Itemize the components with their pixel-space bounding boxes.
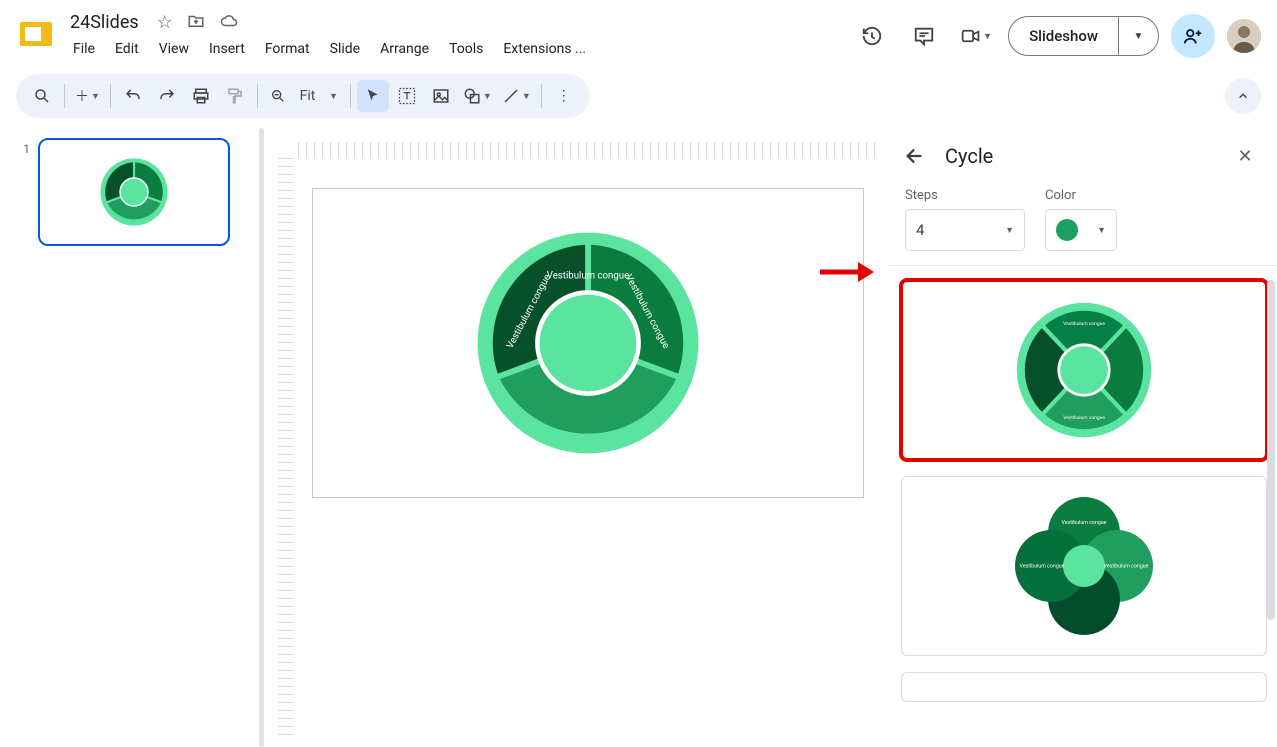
color-swatch [1056, 219, 1078, 241]
separator [257, 84, 258, 108]
menu-file[interactable]: File [64, 37, 104, 61]
app-logo[interactable] [16, 8, 56, 60]
cycle-diagram[interactable]: Vestibulum congue Vestibulum congue Vest… [473, 228, 703, 458]
svg-text:Vestibulum congue: Vestibulum congue [1062, 520, 1107, 526]
line-tool[interactable]: ▼ [498, 80, 535, 112]
steps-select[interactable]: 4 ▼ [905, 209, 1025, 251]
cycle-diagram-thumb [99, 157, 169, 227]
cycle-template-preview: Vestibulum congue Vestibulum congue [1014, 300, 1154, 440]
canvas-area[interactable]: Vestibulum congue Vestibulum congue Vest… [266, 128, 887, 747]
scrollbar[interactable] [1267, 280, 1275, 620]
close-button[interactable]: ✕ [1231, 142, 1259, 170]
side-panel-controls: Steps 4 ▼ Color ▼ [887, 188, 1277, 266]
toolbar: ＋▼ Fit ▼ ▼ ▼ ⋮ [16, 74, 590, 118]
slide-thumbnail-1[interactable] [38, 138, 230, 246]
history-icon[interactable] [852, 16, 892, 56]
collapse-toolbar-button[interactable] [1225, 78, 1261, 114]
new-slide-button[interactable]: ＋▼ [71, 80, 104, 112]
more-tools-button[interactable]: ⋮ [548, 80, 580, 112]
chevron-down-icon: ▼ [483, 91, 492, 102]
toolbar-row: ＋▼ Fit ▼ ▼ ▼ ⋮ [0, 68, 1277, 128]
textbox-tool[interactable] [391, 80, 423, 112]
svg-text:Vestibulum congue: Vestibulum congue [1020, 564, 1065, 570]
image-tool[interactable] [425, 80, 457, 112]
comments-icon[interactable] [904, 16, 944, 56]
menu-arrange[interactable]: Arrange [371, 37, 438, 61]
chevron-down-icon: ▼ [329, 91, 338, 102]
record-button[interactable]: ▼ [956, 16, 996, 56]
menu-insert[interactable]: Insert [200, 37, 254, 61]
document-title[interactable]: 24Slides [64, 10, 145, 35]
move-icon[interactable] [187, 12, 207, 33]
chevron-down-icon: ▼ [1005, 225, 1014, 236]
zoom-select[interactable]: Fit ▼ [264, 80, 344, 112]
separator [64, 84, 65, 108]
svg-text:Vestibulum congue: Vestibulum congue [1063, 321, 1105, 327]
ruler-horizontal [298, 142, 877, 158]
app-header: 24Slides ☆ File Edit View Insert Format … [0, 0, 1277, 68]
menubar: File Edit View Insert Format Slide Arran… [64, 37, 595, 61]
svg-text:Vestibulum congue: Vestibulum congue [547, 271, 629, 282]
flower-template-preview: Vestibulum congue Vestibulum congue Vest… [1009, 491, 1159, 641]
filmstrip[interactable]: 1 [0, 128, 256, 747]
paint-format-button[interactable] [219, 80, 251, 112]
steps-value: 4 [916, 221, 924, 239]
zoom-label: Fit [300, 88, 316, 104]
select-tool[interactable] [357, 80, 389, 112]
template-list[interactable]: Vestibulum congue Vestibulum congue Vest… [887, 266, 1277, 747]
slideshow-dropdown[interactable]: ▼ [1118, 17, 1158, 55]
slideshow-button[interactable]: Slideshow [1009, 27, 1118, 45]
cloud-status-icon[interactable] [219, 12, 239, 33]
color-select[interactable]: ▼ [1045, 209, 1117, 251]
annotation-arrow [818, 258, 874, 286]
slide-canvas[interactable]: Vestibulum congue Vestibulum congue Vest… [312, 188, 864, 498]
menu-view[interactable]: View [150, 37, 198, 61]
redo-button[interactable] [151, 80, 183, 112]
side-panel-header: Cycle ✕ [887, 128, 1277, 188]
back-button[interactable] [901, 142, 929, 170]
separator [541, 84, 542, 108]
print-button[interactable] [185, 80, 217, 112]
svg-text:Vestibulum congue: Vestibulum congue [1104, 564, 1149, 570]
chevron-down-icon: ▼ [522, 91, 531, 102]
chevron-down-icon: ▼ [983, 31, 992, 42]
shape-tool[interactable]: ▼ [459, 80, 496, 112]
separator [350, 84, 351, 108]
main-area: 1 Vestibulum congue [0, 128, 1277, 747]
slideshow-button-group: Slideshow ▼ [1008, 16, 1159, 56]
slide-number: 1 [16, 138, 30, 246]
menu-format[interactable]: Format [256, 37, 319, 61]
color-control: Color ▼ [1045, 188, 1117, 251]
side-panel-title: Cycle [945, 144, 1215, 168]
chevron-down-icon: ▼ [91, 91, 100, 102]
menu-edit[interactable]: Edit [106, 37, 148, 61]
steps-control: Steps 4 ▼ [905, 188, 1025, 251]
star-icon[interactable]: ☆ [155, 12, 175, 33]
undo-button[interactable] [117, 80, 149, 112]
chevron-down-icon: ▼ [1097, 225, 1106, 236]
filmstrip-splitter[interactable] [256, 128, 266, 747]
search-menu-button[interactable] [26, 80, 58, 112]
svg-text:Vestibulum congue: Vestibulum congue [1063, 415, 1105, 421]
account-avatar[interactable] [1227, 19, 1261, 53]
title-area: 24Slides ☆ File Edit View Insert Format … [64, 8, 595, 61]
template-card-1[interactable]: Vestibulum congue Vestibulum congue [901, 280, 1267, 460]
template-card-2[interactable]: Vestibulum congue Vestibulum congue Vest… [901, 476, 1267, 656]
menu-tools[interactable]: Tools [440, 37, 492, 61]
slide-thumb-row: 1 [16, 138, 248, 246]
header-actions: ▼ Slideshow ▼ [852, 8, 1261, 58]
ruler-vertical [278, 158, 294, 737]
separator [110, 84, 111, 108]
diagram-side-panel: Cycle ✕ Steps 4 ▼ Color ▼ [887, 128, 1277, 747]
menu-slide[interactable]: Slide [321, 37, 369, 61]
color-label: Color [1045, 188, 1117, 203]
steps-label: Steps [905, 188, 1025, 203]
menu-extensions[interactable]: Extensions ... [494, 37, 595, 61]
template-card-3[interactable] [901, 672, 1267, 702]
share-button[interactable] [1171, 14, 1215, 58]
